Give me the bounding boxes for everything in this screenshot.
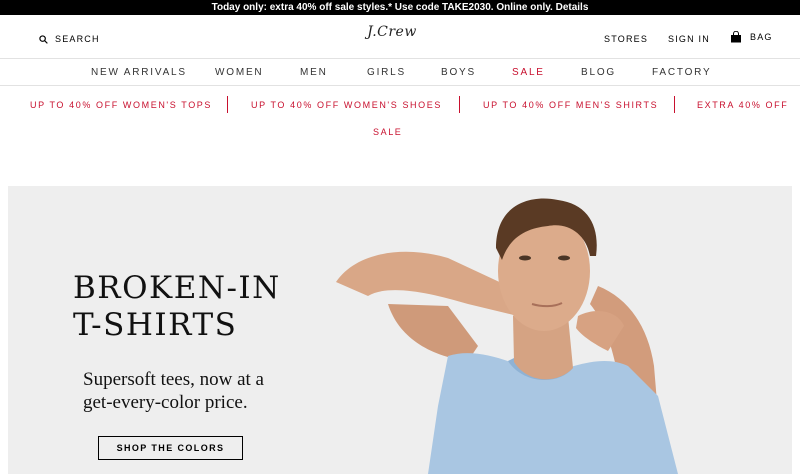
hero-model-photo — [336, 198, 678, 474]
site-header: SEARCH J.Crew STORES SIGN IN BAG — [0, 15, 800, 59]
sale-offers-bar: UP TO 40% OFF WOMEN'S TOPS UP TO 40% OFF… — [0, 96, 800, 116]
hero-banner[interactable]: BROKEN-IN T-SHIRTS Supersoft tees, now a… — [8, 186, 792, 474]
offer-extra-40-sale-link[interactable]: SALE — [373, 127, 402, 137]
offer-mens-shirts-link[interactable]: UP TO 40% OFF MEN'S SHIRTS — [483, 100, 658, 110]
hero-title: BROKEN-IN T-SHIRTS — [73, 270, 281, 344]
offer-divider — [227, 96, 228, 113]
hero-subtitle: Supersoft tees, now at a get-every-color… — [83, 368, 264, 414]
nav-item-boys[interactable]: BOYS — [441, 67, 476, 78]
offer-womens-tops-link[interactable]: UP TO 40% OFF WOMEN'S TOPS — [30, 100, 212, 110]
jcrew-logo[interactable]: J.Crew — [362, 24, 422, 40]
nav-item-sale[interactable]: SALE — [512, 67, 545, 78]
hero-subtitle-line: Supersoft tees, now at a — [83, 369, 264, 390]
search-button[interactable]: SEARCH — [39, 34, 100, 44]
search-label: SEARCH — [55, 34, 100, 44]
sign-in-link[interactable]: SIGN IN — [668, 34, 710, 44]
offer-womens-shoes-link[interactable]: UP TO 40% OFF WOMEN'S SHOES — [251, 100, 442, 110]
offer-divider — [459, 96, 460, 113]
bag-label: BAG — [750, 32, 773, 42]
shop-the-colors-button[interactable]: SHOP THE COLORS — [98, 436, 243, 460]
nav-item-blog[interactable]: BLOG — [581, 67, 616, 78]
stores-link[interactable]: STORES — [604, 34, 648, 44]
nav-item-factory[interactable]: FACTORY — [652, 67, 711, 78]
nav-item-men[interactable]: MEN — [300, 67, 328, 78]
nav-item-girls[interactable]: GIRLS — [367, 67, 406, 78]
nav-item-women[interactable]: WOMEN — [215, 67, 263, 78]
main-nav: NEW ARRIVALS WOMEN MEN GIRLS BOYS SALE B… — [0, 60, 800, 86]
hero-title-line: BROKEN-IN — [73, 270, 281, 306]
nav-item-new-arrivals[interactable]: NEW ARRIVALS — [91, 67, 187, 78]
bag-button[interactable]: BAG — [730, 31, 773, 43]
hero-subtitle-line: get-every-color price. — [83, 392, 248, 413]
promo-banner[interactable]: Today only: extra 40% off sale styles.* … — [0, 0, 800, 15]
hero-title-line: T-SHIRTS — [73, 307, 238, 343]
offer-extra-40-link[interactable]: EXTRA 40% OFF — [697, 100, 788, 110]
bag-icon — [731, 31, 741, 43]
search-icon — [39, 34, 48, 44]
offer-divider — [674, 96, 675, 113]
